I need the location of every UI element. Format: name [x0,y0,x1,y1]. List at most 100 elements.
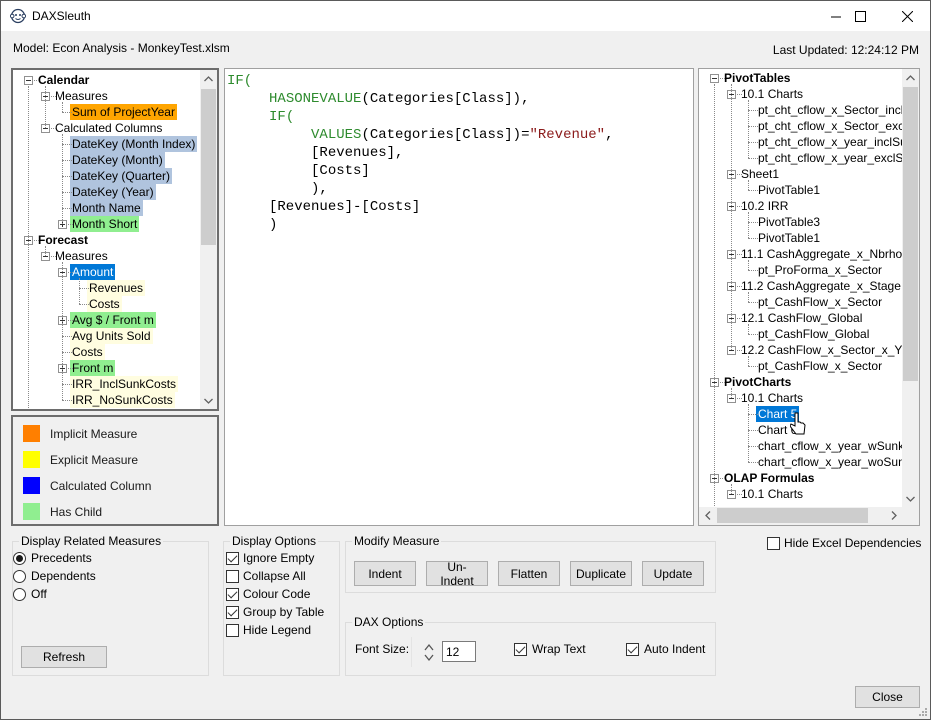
tree-item[interactable]: DateKey (Year) [70,184,156,200]
tree-connector [737,318,742,319]
tree-item[interactable]: pt_cht_cflow_x_year_inclSunk [756,134,902,150]
resize-grip-icon[interactable] [918,707,928,717]
tree-item[interactable]: OLAP Formulas [722,470,816,486]
tree-item[interactable]: 10.2 IRR [739,198,790,214]
colour-code-checkbox[interactable] [226,588,239,601]
tree-connector [62,336,72,337]
wrap-text-checkbox[interactable] [514,643,527,656]
tree-item[interactable]: Sum of ProjectYear [70,104,177,120]
tree-item[interactable]: Sheet1 [739,166,781,182]
tree-item[interactable]: Revenues [87,280,146,296]
collapse-icon[interactable] [24,76,33,85]
maximize-button[interactable] [837,1,883,31]
tree-item[interactable]: PivotTable1 [756,230,822,246]
collapse-icon[interactable] [710,74,719,83]
tree-item[interactable]: 12.1 CashFlow_Global [739,310,864,326]
tree-item[interactable]: pt_CashFlow_x_Sector [756,294,884,310]
indent-button[interactable]: Indent [354,561,416,586]
tree-item[interactable]: Calculated Columns [53,120,164,136]
tree-item[interactable]: Front m [70,360,116,376]
tree-item[interactable]: IRR_NoSunkCosts [70,392,175,408]
tree-item-label: OLAP Formulas [724,471,815,485]
tree-item[interactable]: Amount [70,264,116,280]
code-token: "Revenue" [529,127,606,143]
measure-tree-scrollbar[interactable] [200,70,217,409]
tree-item[interactable]: pt_CashFlow_x_Sector [756,358,884,374]
tree-item-label: Month Name [70,200,143,216]
scroll-down-icon[interactable] [902,490,919,507]
tree-item[interactable]: Costs [70,344,105,360]
tree-item[interactable]: pt_cht_cflow_x_Sector_exclSunk [756,118,902,134]
tree-item[interactable]: 11.1 CashAggregate_x_Nbrhood [739,246,902,262]
code-token: ) [227,217,278,233]
scroll-up-icon[interactable] [200,70,217,87]
dependency-tree-content: PivotTables 10.1 Charts pt_cht_cflow_x_Sec… [699,69,902,507]
radio-dependents[interactable] [13,570,26,583]
un-indent-button[interactable]: Un-Indent [426,560,488,588]
scroll-right-icon[interactable] [885,507,902,524]
hide-excel-dependencies-checkbox[interactable] [767,537,780,550]
scroll-thumb[interactable] [903,87,918,381]
tree-item[interactable]: 12.2 CashFlow_x_Sector_x_Yr [739,342,902,358]
tree-item[interactable]: 11.2 CashAggregate_x_Stage [739,278,902,294]
dependency-tree-vscrollbar[interactable] [902,69,919,507]
scroll-up-icon[interactable] [902,69,919,86]
tree-item[interactable]: chart_cflow_x_year_woSunk [756,454,902,470]
checkbox-label: Colour Code [243,587,311,601]
tree-item[interactable]: Month Short [70,216,140,232]
refresh-button[interactable]: Refresh [21,646,107,668]
tree-item[interactable]: chart_cflow_x_year_wSunk [756,438,902,454]
code-line: [Costs] [227,162,614,180]
tree-item[interactable]: DateKey (Month) [70,152,165,168]
tree-item[interactable]: IRR_InclSunkCosts [70,376,179,392]
radio-precedents[interactable] [13,552,26,565]
tree-item[interactable]: PivotTables [722,70,792,86]
tree-item[interactable]: pt_cht_cflow_x_Sector_inclSunk [756,102,902,118]
scroll-left-icon[interactable] [699,507,716,524]
tree-item[interactable]: Avg Units Sold [70,328,153,344]
tree-item[interactable]: pt_CashFlow_Global [756,326,871,342]
tree-item[interactable]: DateKey (Month Index) [70,136,198,152]
tree-connector [748,180,749,190]
radio-off[interactable] [13,588,26,601]
tree-item[interactable]: PivotTable1 [756,182,822,198]
tree-item[interactable]: DateKey (Quarter) [70,168,173,184]
tree-item[interactable]: Costs [87,296,122,312]
scroll-thumb[interactable] [201,89,216,245]
ignore-empty-checkbox[interactable] [226,552,239,565]
tree-item[interactable]: Avg $ / Front m [70,312,156,328]
scroll-thumb[interactable] [717,508,868,523]
tree-item[interactable]: pt_ProForma_x_Sector [756,262,884,278]
tree-connector [748,334,758,335]
tree-connector [737,350,742,351]
tree-item[interactable]: pt_cht_cflow_x_year_exclSunk [756,150,902,166]
tree-item[interactable]: PivotCharts [722,374,793,390]
close-window-button[interactable] [884,1,930,31]
scroll-down-icon[interactable] [200,392,217,409]
dependency-tree-hscrollbar[interactable] [699,507,902,525]
measure-tree[interactable]: Calendar Measures Sum of ProjectYear Calcul… [11,68,219,411]
group-by-table-checkbox[interactable] [226,606,239,619]
auto-indent-checkbox[interactable] [626,643,639,656]
update-button[interactable]: Update [642,561,704,586]
font-size-input[interactable] [442,641,476,662]
duplicate-button[interactable]: Duplicate [570,561,632,586]
tree-connector [737,286,742,287]
tree-item[interactable]: Month Name [70,200,143,216]
dax-code[interactable]: IF( HASONEVALUE(Categories[Class]), IF( … [227,72,614,234]
legend-panel: Implicit Measure Explicit Measure Calculat… [11,415,219,526]
dax-editor[interactable]: IF( HASONEVALUE(Categories[Class]), IF( … [224,68,694,526]
tree-connector [737,94,742,95]
flatten-button[interactable]: Flatten [498,561,560,586]
close-button[interactable]: Close [855,686,920,708]
tree-connector [748,270,758,271]
dependency-tree[interactable]: PivotTables 10.1 Charts pt_cht_cflow_x_Sec… [698,68,920,526]
legend-label: Explicit Measure [50,453,139,467]
font-size-spinner[interactable] [424,642,434,664]
tree-item[interactable]: PivotTable3 [756,214,822,230]
tree-item[interactable]: 10.1 Charts [739,486,805,502]
hide-legend-checkbox[interactable] [226,624,239,637]
code-line: VALUES(Categories[Class])="Revenue", [227,126,613,144]
window-title: DAXSleuth [32,9,91,23]
collapse-all-checkbox[interactable] [226,570,239,583]
